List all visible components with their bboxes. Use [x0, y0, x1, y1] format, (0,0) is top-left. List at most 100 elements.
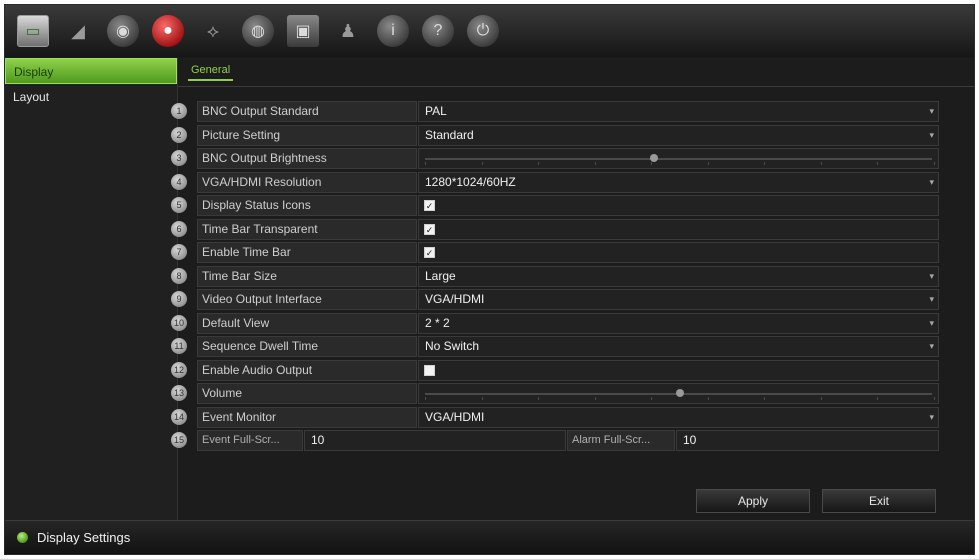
slider-tick: [481, 162, 483, 165]
alarm-fullscreen-label: Alarm Full-Scr...: [567, 430, 675, 451]
event-fullscreen-label: Event Full-Scr...: [197, 430, 303, 451]
row-number-badge: 12: [171, 361, 187, 378]
sidebar-item-display[interactable]: Display: [5, 58, 177, 84]
setting-slider-cell: [418, 383, 939, 404]
setting-row: 14 Event Monitor VGA/HDMI ▾: [171, 406, 974, 430]
settings-panel: General 1 BNC Output Standard PAL ▾ 2 Picture…: [171, 58, 974, 520]
slider-tick: [481, 397, 483, 400]
chevron-down-icon[interactable]: ▾: [929, 408, 934, 427]
record-icon[interactable]: ●: [152, 15, 184, 47]
checkbox-unchecked[interactable]: [424, 364, 435, 376]
power-icon[interactable]: ⏻: [467, 15, 499, 47]
slider-tick: [425, 162, 426, 165]
slider-thumb[interactable]: [675, 389, 684, 397]
slider-tick: [538, 397, 540, 400]
setting-row: 9 Video Output Interface VGA/HDMI ▾: [171, 288, 974, 312]
setting-checkbox-cell: [418, 359, 939, 381]
select-value: 1280*1024/60HZ: [425, 174, 516, 189]
row-number-badge: 3: [171, 150, 187, 166]
chevron-down-icon[interactable]: ▾: [929, 173, 934, 192]
setting-row: 8 Time Bar Size Large ▾: [171, 265, 974, 289]
device-icon[interactable]: ◍: [242, 15, 274, 47]
slider-tick: [594, 397, 596, 400]
row-number-badge: 4: [171, 173, 187, 190]
setting-select[interactable]: Large ▾: [418, 265, 939, 287]
setting-row: 3 BNC Output Brightness: [171, 147, 974, 171]
chevron-down-icon[interactable]: ▾: [929, 102, 934, 121]
setting-label: BNC Output Brightness: [197, 148, 417, 169]
row-number-badge: 15: [171, 432, 187, 448]
slider-tick: [820, 162, 822, 165]
alarm-fullscreen-input[interactable]: 10: [676, 430, 939, 451]
checkbox-checked[interactable]: ✓: [424, 200, 435, 211]
select-value: PAL: [425, 104, 447, 118]
setting-select[interactable]: PAL ▾: [418, 101, 939, 122]
chevron-down-icon[interactable]: ▾: [929, 290, 934, 309]
slider-track[interactable]: [425, 158, 932, 160]
chevron-down-icon[interactable]: ▾: [929, 337, 934, 356]
setting-label: Display Status Icons: [197, 195, 417, 216]
setting-row: 12 Enable Audio Output: [171, 359, 974, 383]
help-icon[interactable]: ?: [422, 15, 454, 47]
checkbox-checked[interactable]: ✓: [424, 223, 435, 235]
slider-tick: [820, 397, 822, 400]
display-icon[interactable]: ▭: [17, 15, 49, 47]
setting-label: Volume: [197, 383, 417, 404]
user-icon[interactable]: ♟: [332, 15, 364, 47]
slider-tick: [764, 397, 766, 400]
checkbox-checked[interactable]: ✓: [424, 247, 435, 258]
camera-icon[interactable]: ◢: [62, 15, 94, 47]
setting-label: VGA/HDMI Resolution: [197, 171, 417, 193]
dvr-window: ▭ ◢ ◉ ● ⟡ ◍ ▣ ♟ i? ⏻ Display Layout General 1 BNC …: [4, 4, 975, 555]
setting-label: Sequence Dwell Time: [197, 336, 417, 357]
storage-icon[interactable]: ▣: [287, 15, 319, 47]
sidebar-item-layout[interactable]: Layout: [5, 84, 177, 110]
slider-thumb[interactable]: [650, 154, 659, 162]
slider-tick: [707, 397, 709, 400]
row-number-badge: 9: [171, 291, 187, 307]
chevron-down-icon[interactable]: ▾: [929, 126, 934, 145]
setting-row: 11 Sequence Dwell Time No Switch ▾: [171, 335, 974, 359]
chevron-down-icon[interactable]: ▾: [929, 267, 934, 286]
slider-tick: [934, 162, 935, 165]
event-fullscreen-input[interactable]: 10: [304, 430, 566, 451]
setting-label: Event Monitor: [197, 406, 417, 428]
row-number-badge: 14: [171, 408, 187, 425]
setting-select[interactable]: 2 * 2 ▾: [418, 312, 939, 334]
setting-select[interactable]: 1280*1024/60HZ ▾: [418, 171, 939, 193]
status-text: Display Settings: [37, 530, 131, 545]
setting-row: 10 Default View 2 * 2 ▾: [171, 312, 974, 336]
alarm-icon[interactable]: ⟡: [197, 15, 229, 47]
slider-tick: [425, 397, 426, 400]
info-icon[interactable]: i: [377, 15, 409, 47]
row-number-badge: 7: [171, 244, 187, 260]
slider-tick: [538, 162, 540, 165]
network-icon[interactable]: ◉: [107, 15, 139, 47]
tab-general[interactable]: General: [188, 64, 234, 81]
slider-tick: [651, 397, 653, 400]
exit-button[interactable]: Exit: [822, 489, 936, 513]
setting-label: Time Bar Transparent: [197, 218, 417, 240]
slider-tick: [877, 162, 879, 165]
row-number-badge: 11: [171, 338, 187, 354]
slider-tick: [934, 397, 935, 400]
setting-label: Video Output Interface: [197, 289, 417, 310]
chevron-down-icon[interactable]: ▾: [929, 314, 934, 333]
setting-select[interactable]: VGA/HDMI ▾: [418, 289, 939, 310]
top-toolbar: ▭ ◢ ◉ ● ⟡ ◍ ▣ ♟ i? ⏻: [5, 5, 974, 57]
setting-checkbox-cell: ✓: [418, 195, 939, 216]
apply-button[interactable]: Apply: [696, 489, 810, 513]
select-value: No Switch: [425, 339, 480, 353]
setting-label: BNC Output Standard: [197, 101, 417, 122]
select-value: Large: [425, 268, 456, 283]
setting-select[interactable]: Standard ▾: [418, 124, 939, 146]
setting-select[interactable]: VGA/HDMI ▾: [418, 406, 939, 428]
setting-label: Picture Setting: [197, 124, 417, 146]
sidebar: Display Layout: [5, 58, 178, 520]
setting-select[interactable]: No Switch ▾: [418, 336, 939, 357]
setting-row: 1 BNC Output Standard PAL ▾: [171, 100, 974, 124]
row-number-badge: 5: [171, 197, 187, 213]
row-number-badge: 10: [171, 314, 187, 331]
setting-row: 4 VGA/HDMI Resolution 1280*1024/60HZ ▾: [171, 171, 974, 195]
slider-tick: [877, 397, 879, 400]
